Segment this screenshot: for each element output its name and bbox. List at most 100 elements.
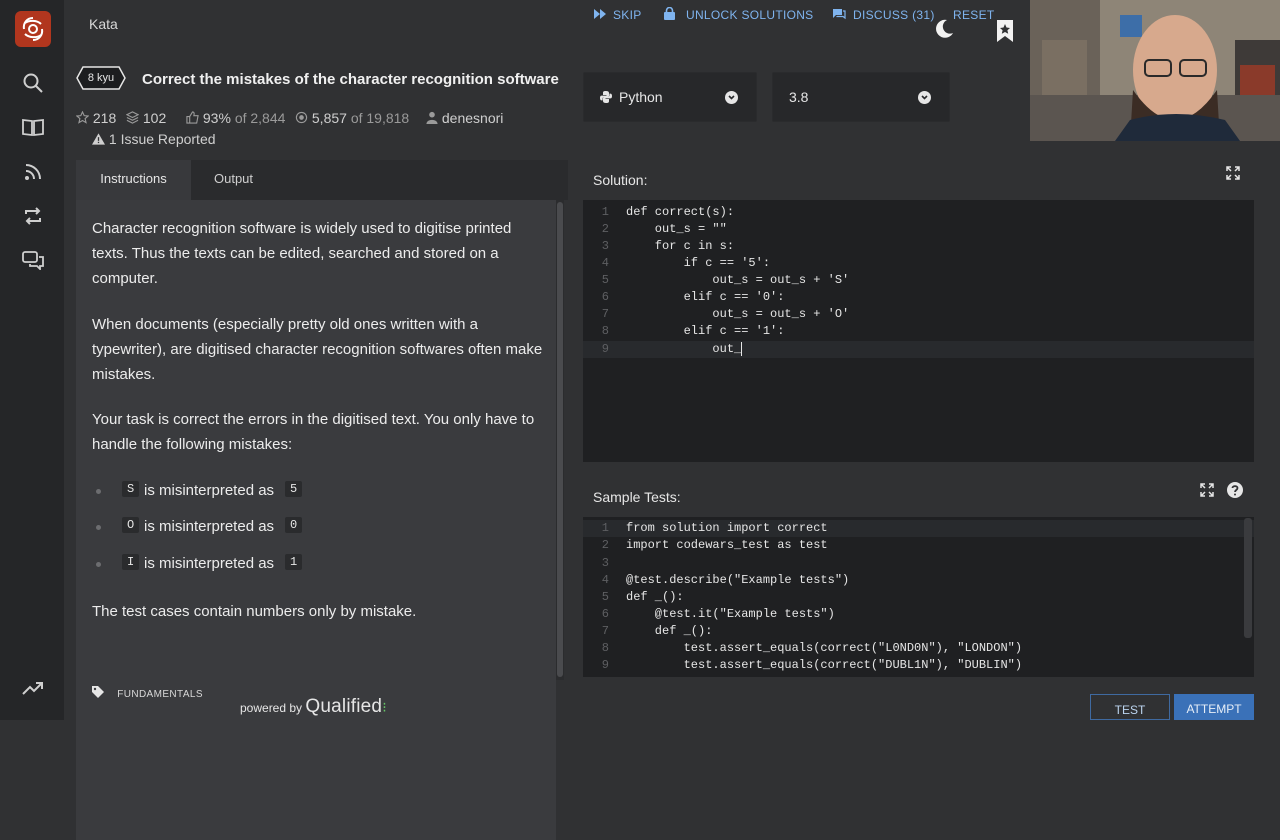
issue-report[interactable]: 1 Issue Reported	[92, 131, 216, 147]
tag-icon	[92, 686, 104, 698]
code-line: 4 @test.describe("Example tests")	[601, 573, 850, 587]
powered-by[interactable]: powered by Qualified⁝	[240, 696, 387, 718]
issue-count: 1 Issue Reported	[108, 131, 216, 147]
rank-badge: 8 kyu	[76, 66, 126, 90]
feed-icon[interactable]	[20, 159, 46, 185]
code-line: 8 elif c == '1':	[601, 324, 785, 338]
description: Character recognition software is widely…	[76, 200, 556, 840]
sidebar	[0, 0, 64, 720]
collections-count: 102	[142, 110, 167, 126]
satisfaction-stat: 93% of 2,844	[186, 110, 285, 126]
tests-scrollbar[interactable]	[1244, 518, 1252, 638]
completed-stat: 5,857 of 19,818	[295, 110, 409, 126]
code-text: out_s = out_s + 'S'	[626, 273, 850, 287]
code-text: test.assert_equals(correct("L0ND0N"), "L…	[626, 641, 1023, 655]
code-line: 5 out_s = out_s + 'S'	[601, 273, 850, 287]
qualified-dot-icon: ⁝	[382, 699, 387, 715]
code-text: import codewars_test as test	[626, 538, 828, 552]
description-paragraph: Your task is correct the errors in the d…	[92, 411, 535, 453]
instructions-scrollbar[interactable]	[556, 200, 564, 680]
bullet-dot	[96, 562, 101, 567]
test-button[interactable]: TEST	[1090, 694, 1170, 720]
tag-label: FUNDAMENTALS	[117, 689, 203, 700]
completed-count: 5,857	[311, 110, 347, 126]
code-text: elif c == '1':	[626, 324, 785, 338]
discuss-label: DISCUSS (31)	[853, 8, 935, 22]
tests-editor[interactable]: 1 from solution import correct 2 import co…	[583, 517, 1254, 677]
reset-label: RESET	[953, 8, 995, 22]
code-to: 1	[285, 554, 303, 570]
code-line: 7 def _():	[601, 624, 713, 638]
codewars-logo-icon[interactable]	[15, 11, 51, 47]
code-to: 0	[285, 517, 303, 533]
description-paragraph: The test cases contain numbers only by m…	[92, 603, 417, 620]
solution-editor[interactable]: 1 def correct(s): 2 out_s = "" 3 for c in…	[583, 200, 1254, 462]
instructions-panel: Instructions Output Character recognitio…	[76, 160, 568, 840]
help-icon[interactable]	[1227, 482, 1243, 498]
tab-instructions[interactable]: Instructions	[76, 160, 191, 200]
code-line: 8 test.assert_equals(correct("L0ND0N"), …	[601, 641, 1023, 655]
code-from: I	[122, 554, 140, 570]
code-text: for c in s:	[626, 239, 735, 253]
code-text: @test.describe("Example tests")	[626, 573, 850, 587]
tag-fundamentals[interactable]: FUNDAMENTALS	[92, 686, 203, 700]
attempt-button[interactable]: ATTEMPT	[1174, 694, 1254, 720]
code-line: 6 elif c == '0':	[601, 290, 785, 304]
tab-bar: Instructions Output	[76, 160, 568, 200]
webcam-overlay	[1030, 0, 1280, 141]
practice-icon[interactable]	[20, 203, 46, 229]
satisfaction-value: 93%	[202, 110, 231, 126]
python-icon	[600, 91, 612, 103]
code-text: def correct(s):	[626, 205, 735, 219]
search-icon[interactable]	[20, 70, 46, 96]
discuss-icon[interactable]	[20, 247, 46, 273]
tab-output[interactable]: Output	[214, 160, 274, 200]
kata-title[interactable]: Correct the mistakes of the character re…	[142, 71, 559, 88]
description-paragraph: Character recognition software is widely…	[92, 220, 512, 287]
code-line: 2 out_s = ""	[601, 222, 727, 236]
unlock-label: UNLOCK SOLUTIONS	[686, 8, 814, 22]
language-select[interactable]: Python	[583, 72, 757, 122]
trending-icon[interactable]	[20, 675, 46, 701]
collections-stat[interactable]: 102	[125, 110, 167, 126]
tests-title: Sample Tests:	[593, 489, 681, 505]
qualified-logo: Qualified	[305, 696, 383, 717]
list-item: O is misinterpreted as 0	[96, 517, 526, 539]
code-text: elif c == '0':	[626, 290, 785, 304]
section-title: Kata	[89, 16, 118, 32]
code-line: 1 def correct(s):	[601, 205, 735, 219]
bookmark-icon[interactable]	[994, 18, 1016, 49]
code-line: 7 out_s = out_s + 'O'	[601, 307, 850, 321]
code-text: test.assert_equals(correct("DUBL1N"), "D…	[626, 658, 1023, 672]
fullscreen-icon[interactable]	[1226, 166, 1240, 180]
version-select[interactable]: 3.8	[772, 72, 950, 122]
bullet-text: is misinterpreted as	[144, 555, 275, 572]
dark-mode-icon[interactable]	[933, 18, 955, 45]
code-line-current: 9 out_	[583, 341, 1254, 358]
solution-header: Solution:	[583, 160, 1254, 200]
code-text: out_	[626, 342, 742, 356]
code-to: 5	[285, 481, 303, 497]
book-icon[interactable]	[20, 114, 46, 140]
code-text: def _():	[626, 590, 684, 604]
code-line: 2 import codewars_test as test	[601, 538, 828, 552]
bullet-text: is misinterpreted as	[144, 482, 275, 499]
bullet-dot	[96, 489, 101, 494]
code-text: if c == '5':	[626, 256, 771, 270]
skip-label: SKIP	[613, 8, 642, 22]
fullscreen-icon[interactable]	[1200, 483, 1214, 497]
powered-label: powered by	[240, 701, 303, 715]
author-stat[interactable]: denesnori	[426, 110, 503, 126]
code-text: def _():	[626, 624, 713, 638]
code-line: 1 from solution import correct	[583, 520, 1254, 537]
fast-forward-icon	[594, 9, 606, 19]
solution-title: Solution:	[593, 172, 648, 188]
description-paragraph: When documents (especially pretty old on…	[92, 316, 543, 383]
code-line: 6 @test.it("Example tests")	[601, 607, 835, 621]
author-name: denesnori	[441, 110, 504, 126]
stars-stat[interactable]: 218	[75, 110, 116, 126]
kata-header: 8 kyu Correct the mistakes of the charac…	[76, 66, 566, 96]
code-line: 9 test.assert_equals(correct("DUBL1N"), …	[601, 658, 1023, 672]
bullet-dot	[96, 525, 101, 530]
code-text: from solution import correct	[626, 521, 828, 535]
